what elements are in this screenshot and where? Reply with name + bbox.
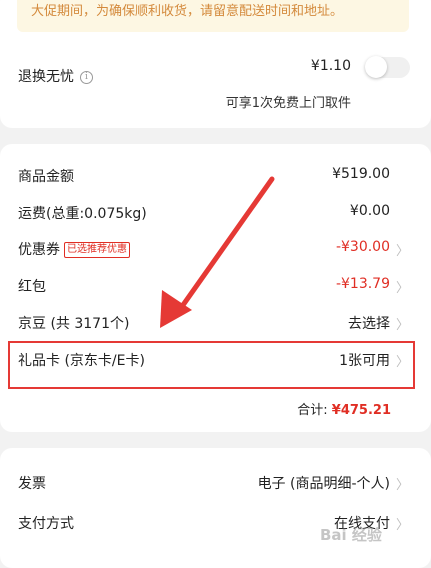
invoice-value[interactable]: 电子 (商品明细-个人) bbox=[258, 473, 390, 493]
payment-value[interactable]: 在线支付 bbox=[334, 513, 390, 533]
invoice-payment-card bbox=[0, 448, 431, 568]
invoice-label: 发票 bbox=[18, 476, 46, 492]
chevron-right-icon[interactable]: 〉 bbox=[396, 474, 409, 493]
payment-label: 支付方式 bbox=[18, 516, 74, 532]
chevron-right-icon[interactable]: 〉 bbox=[396, 514, 409, 533]
